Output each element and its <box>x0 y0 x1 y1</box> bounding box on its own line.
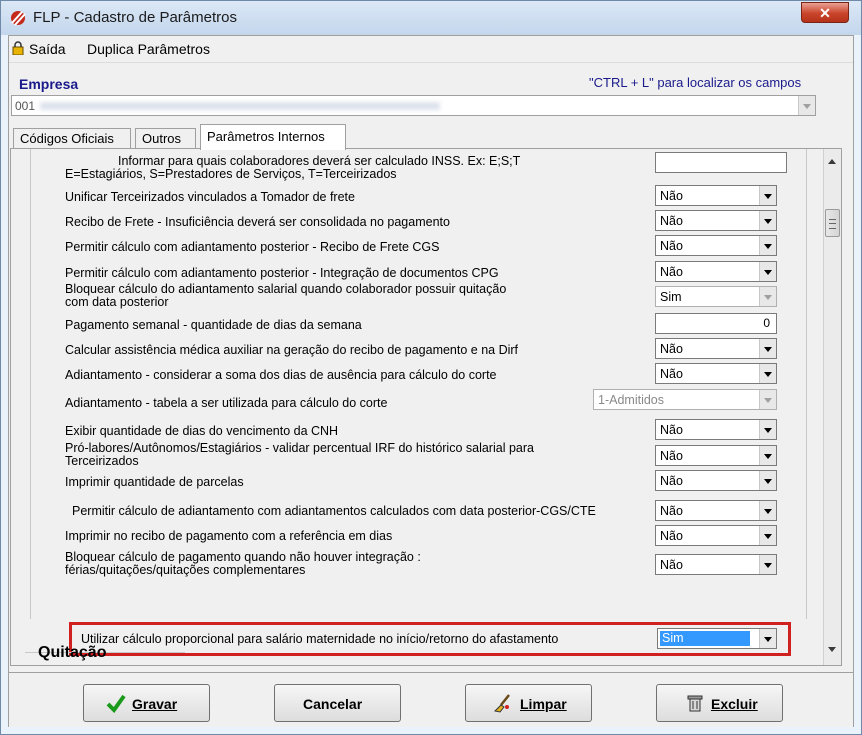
param-label: Bloquear cálculo de pagamento quando não… <box>65 550 421 564</box>
inss-colaboradores-input[interactable] <box>655 152 787 173</box>
param-label: Adiantamento - tabela a ser utilizada pa… <box>65 396 388 410</box>
window-title: FLP - Cadastro de Parâmetros <box>33 9 237 26</box>
salario-maternidade-select[interactable]: Sim <box>657 628 777 649</box>
app-logo-icon <box>11 11 26 26</box>
param-label: Permitir cálculo com adiantamento poster… <box>65 266 499 280</box>
adiantamento-frete-cgs-select[interactable]: Não <box>655 235 777 256</box>
param-label: Imprimir no recibo de pagamento com a re… <box>65 529 393 543</box>
adiantamento-cpg-select[interactable]: Não <box>655 261 777 282</box>
param-label: Bloquear cálculo do adiantamento salaria… <box>65 282 507 296</box>
excluir-button[interactable]: Excluir <box>656 684 783 722</box>
chevron-down-icon[interactable] <box>759 339 776 358</box>
chevron-down-icon[interactable] <box>759 236 776 255</box>
limpar-button[interactable]: Limpar <box>465 684 592 722</box>
empresa-code: 001 <box>15 99 36 113</box>
param-label: férias/quitações/quitações complementare… <box>65 563 306 577</box>
section-title-quitacao: Quitação <box>38 644 107 661</box>
adiantamento-cgs-cte-select[interactable]: Não <box>655 500 777 521</box>
group-border <box>30 149 31 619</box>
param-label: Imprimir quantidade de parcelas <box>65 475 244 489</box>
param-label: Utilizar cálculo proporcional para salár… <box>81 632 559 646</box>
chevron-down-icon[interactable] <box>759 555 776 574</box>
title-bar: FLP - Cadastro de Parâmetros ✕ <box>1 1 861 35</box>
checkmark-icon <box>106 694 126 713</box>
unificar-terceirizados-select[interactable]: Não <box>655 185 777 206</box>
param-label: Pagamento semanal - quantidade de dias d… <box>65 318 362 332</box>
chevron-down-icon[interactable] <box>759 211 776 230</box>
tabela-corte-select[interactable]: 1-Admitidos <box>593 389 777 410</box>
chevron-down-icon[interactable] <box>759 262 776 281</box>
param-label: Pró-labores/Autônomos/Estagiários - vali… <box>65 441 534 455</box>
trash-icon <box>687 695 703 712</box>
application-window: FLP - Cadastro de Parâmetros ✕ Saída Dup… <box>0 0 862 735</box>
param-label: Terceirizados <box>65 454 139 468</box>
assistencia-medica-select[interactable]: Não <box>655 338 777 359</box>
gravar-button[interactable]: Gravar <box>83 684 210 722</box>
dias-ausencia-select[interactable]: Não <box>655 363 777 384</box>
scroll-thumb[interactable] <box>825 209 840 237</box>
menu-bar: Saída Duplica Parâmetros <box>9 36 853 63</box>
broom-icon <box>493 694 510 713</box>
tab-codigos-oficiais[interactable]: Códigos Oficiais <box>13 128 131 148</box>
chevron-down-icon[interactable] <box>759 186 776 205</box>
irf-terceirizados-select[interactable]: Não <box>655 445 777 466</box>
empresa-select[interactable]: 001 <box>11 95 816 116</box>
chevron-down-icon[interactable] <box>759 471 776 490</box>
search-hint: "CTRL + L" para localizar os campos <box>589 75 802 90</box>
param-label: E=Estagiários, S=Prestadores de Serviços… <box>65 167 397 181</box>
vertical-scrollbar[interactable] <box>823 149 841 665</box>
param-label: Calcular assistência médica auxiliar na … <box>65 343 519 357</box>
param-label: Permitir cálculo com adiantamento poster… <box>65 240 440 254</box>
chevron-down-icon[interactable] <box>759 390 776 409</box>
chevron-down-icon[interactable] <box>759 446 776 465</box>
param-label: Adiantamento - considerar a soma dos dia… <box>65 368 497 382</box>
group-border <box>806 149 807 619</box>
tab-outros[interactable]: Outros <box>135 128 196 148</box>
param-label: Exibir quantidade de dias do vencimento … <box>65 424 339 438</box>
param-label: Informar para quais colaboradores deverá… <box>118 154 521 168</box>
chevron-down-icon[interactable] <box>759 526 776 545</box>
bloquear-adiantamento-select[interactable]: Sim <box>655 286 777 307</box>
vencimento-cnh-select[interactable]: Não <box>655 419 777 440</box>
empresa-label: Empresa <box>19 76 79 92</box>
tab-parametros-internos[interactable]: Parâmetros Internos <box>200 124 346 150</box>
dias-semana-input[interactable]: 0 <box>655 313 777 334</box>
recibo-referencia-dias-select[interactable]: Não <box>655 525 777 546</box>
close-icon: ✕ <box>819 5 831 21</box>
scroll-up-icon[interactable] <box>828 159 836 164</box>
menu-duplica-parametros[interactable]: Duplica Parâmetros <box>87 41 210 57</box>
lock-icon <box>12 41 24 55</box>
quantidade-parcelas-select[interactable]: Não <box>655 470 777 491</box>
grip-icon <box>829 219 836 229</box>
menu-saida[interactable]: Saída <box>29 41 66 57</box>
chevron-down-icon[interactable] <box>759 420 776 439</box>
param-label: com data posterior <box>65 295 169 309</box>
bloquear-pagamento-select[interactable]: Não <box>655 554 777 575</box>
parameters-panel: Informar para quais colaboradores deverá… <box>10 148 842 666</box>
scroll-down-icon[interactable] <box>828 647 836 652</box>
client-area: Saída Duplica Parâmetros Empresa "CTRL +… <box>8 35 854 727</box>
cancelar-button[interactable]: Cancelar <box>274 684 401 722</box>
chevron-down-icon[interactable] <box>759 629 776 648</box>
param-label: Unificar Terceirizados vinculados a Toma… <box>65 190 355 204</box>
param-label: Recibo de Frete - Insuficiência deverá s… <box>65 215 450 229</box>
close-button[interactable]: ✕ <box>801 2 849 23</box>
chevron-down-icon[interactable] <box>759 287 776 306</box>
param-label: Permitir cálculo de adiantamento com adi… <box>72 504 596 518</box>
recibo-frete-select[interactable]: Não <box>655 210 777 231</box>
empresa-name-redacted <box>40 102 440 110</box>
chevron-down-icon[interactable] <box>759 364 776 383</box>
chevron-down-icon[interactable] <box>798 96 815 115</box>
chevron-down-icon[interactable] <box>759 501 776 520</box>
button-bar: Gravar Cancelar Limpar Excluir <box>9 672 853 727</box>
